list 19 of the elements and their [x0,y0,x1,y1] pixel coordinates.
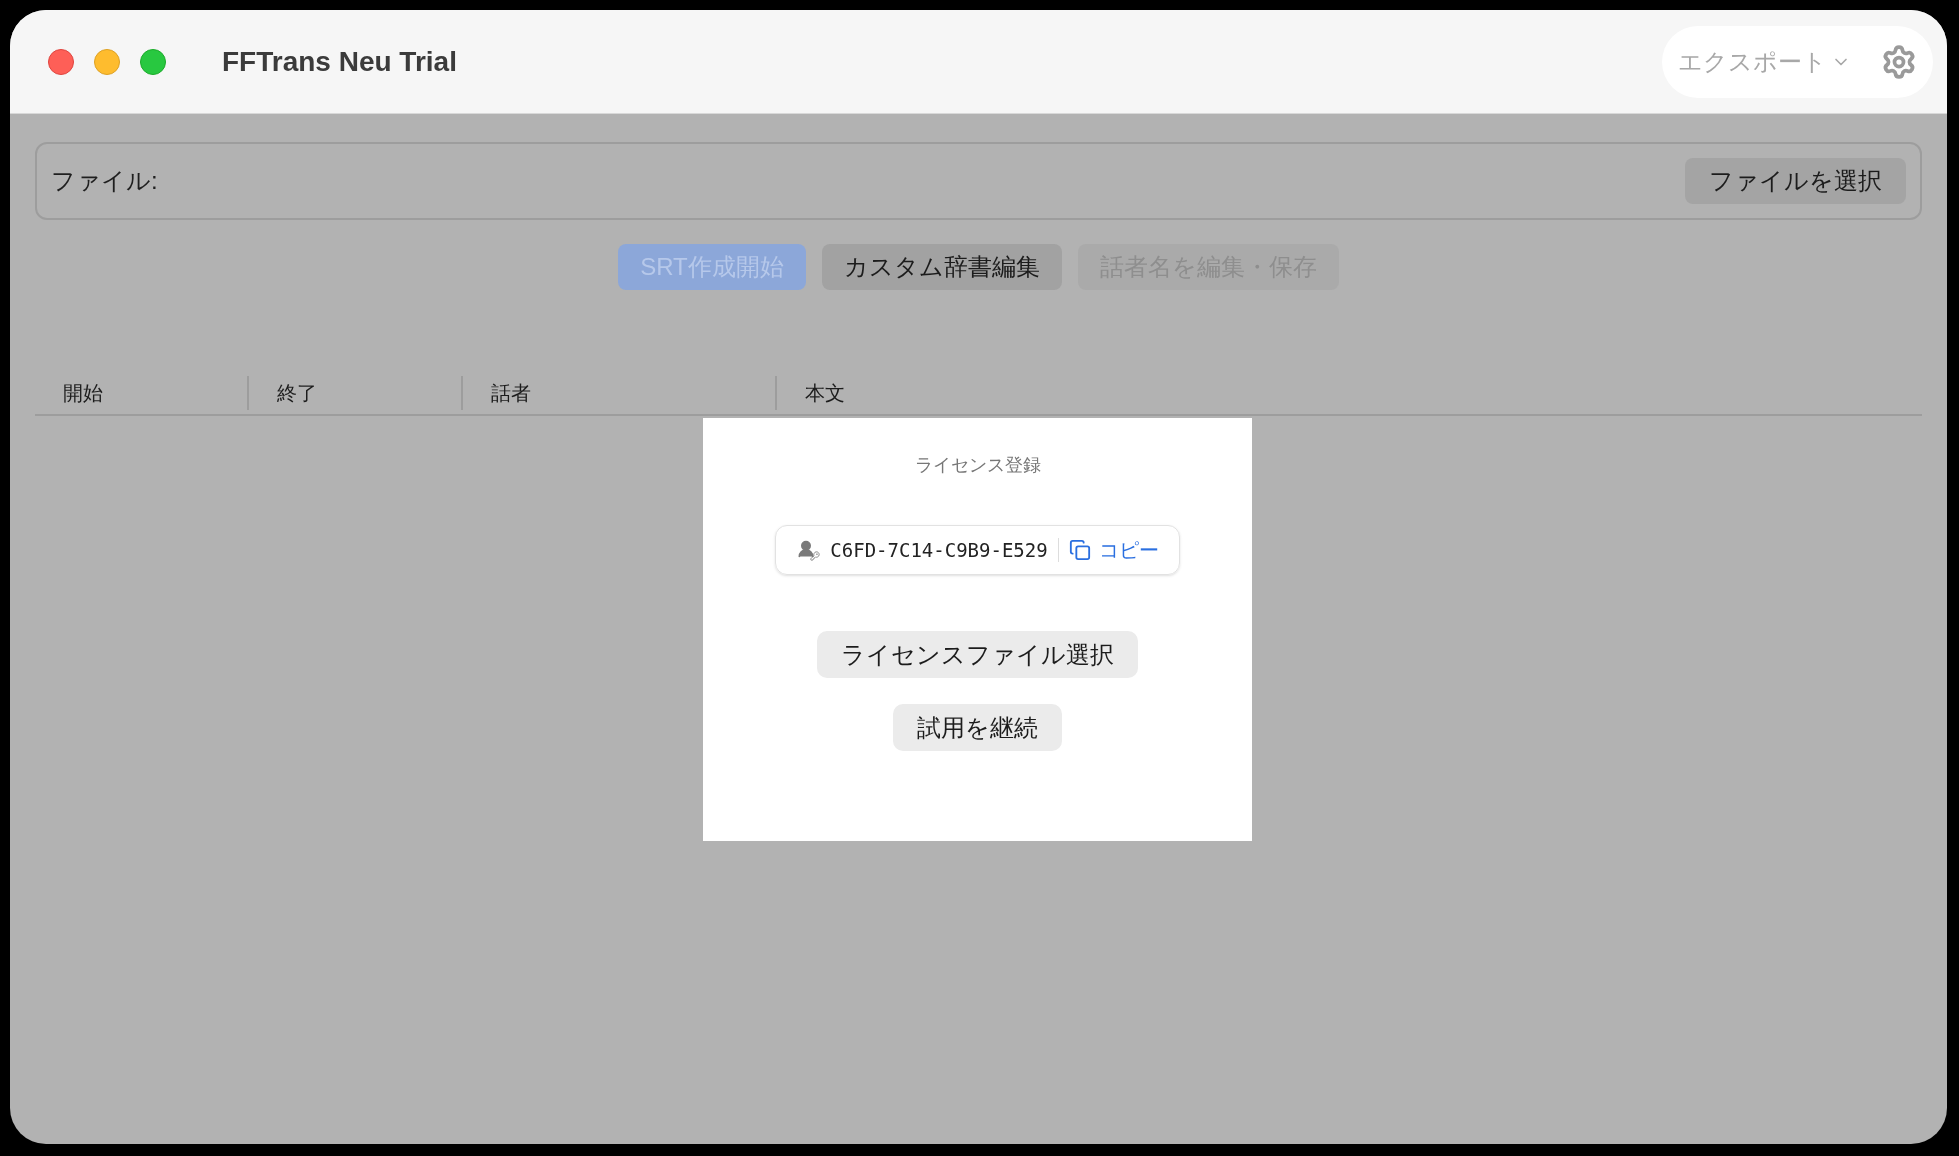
action-button[interactable]: カスタム辞書編集 [821,244,1062,290]
column-header: 終了 [277,381,317,406]
choose-file-button[interactable]: ファイルを選択 [1685,158,1906,204]
license-key: C6FD-7C14-C9B9-E529 [830,535,1048,565]
user-key-icon [796,539,821,561]
minimize-button[interactable] [94,48,120,75]
window-title: FFTrans Neu Trial [222,44,457,79]
dialog-button[interactable]: 試用を継続 [893,704,1062,751]
dialog-title: ライセンス登録 [914,454,1041,477]
column-header: 本文 [805,381,845,406]
copy-button[interactable]: コピー [1068,535,1159,565]
copy-icon [1068,539,1091,561]
file-label: ファイル: [51,166,158,196]
column-header: 話者 [491,381,531,406]
column-header: 開始 [63,381,103,406]
zoom-button[interactable] [140,48,166,75]
dialog-button[interactable]: ライセンスファイル選択 [817,631,1138,678]
close-button[interactable] [48,48,74,75]
settings-icon[interactable] [1881,43,1917,80]
